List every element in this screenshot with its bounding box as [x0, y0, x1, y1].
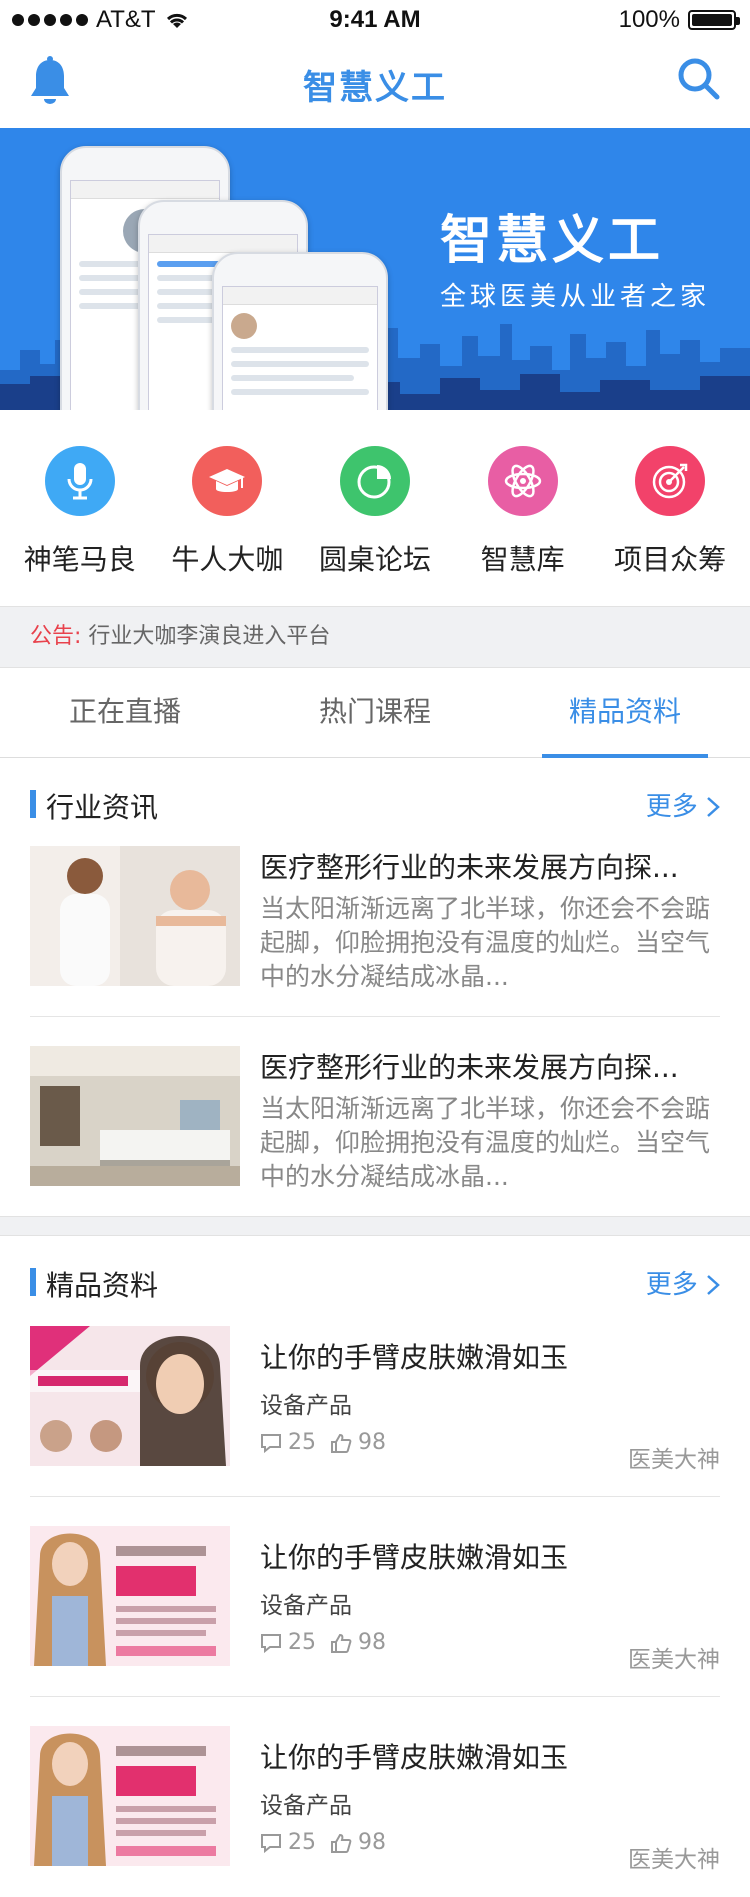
- banner[interactable]: 智慧义工 全球医美从业者之家: [0, 128, 750, 410]
- news-title: 医疗整形行业的未来发展方向探...: [260, 1051, 679, 1084]
- phone-mockup: [212, 252, 388, 410]
- resource-stats: 25 98: [260, 1430, 386, 1455]
- row-divider: [30, 1016, 720, 1017]
- industry-news-header: 行业资讯 更多: [0, 758, 750, 848]
- chevron-right-icon: [707, 797, 720, 817]
- resource-thumbnail: [30, 1526, 230, 1666]
- chevron-right-icon: [707, 1275, 720, 1295]
- microphone-icon: [44, 446, 115, 516]
- like-count: 98: [358, 1630, 386, 1655]
- news-title: 医疗整形行业的未来发展方向探...: [260, 851, 679, 884]
- thumbs-up-icon: [331, 1833, 352, 1853]
- resource-category: 设备产品: [260, 1593, 352, 1619]
- premium-materials-header: 精品资料 更多: [0, 1236, 750, 1326]
- thumbs-up-icon: [331, 1433, 352, 1453]
- thumbs-up-icon: [331, 1633, 352, 1653]
- resource-title: 让你的手臂皮肤嫩滑如玉: [260, 1541, 569, 1574]
- row-divider: [30, 1696, 720, 1697]
- section-accent-bar: [30, 1268, 36, 1296]
- page-title: 智慧义工: [303, 68, 447, 108]
- resource-item[interactable]: 让你的手臂皮肤嫩滑如玉 设备产品 25 98 医美大神: [30, 1726, 720, 1897]
- tab-live[interactable]: 正在直播: [0, 668, 250, 757]
- category-label: 项目众筹: [614, 543, 727, 576]
- category-item-yuanzhuo[interactable]: 圆桌论坛: [301, 410, 449, 606]
- category-item-zhongchou[interactable]: 项目众筹: [596, 410, 744, 606]
- resource-thumbnail: [30, 1726, 230, 1866]
- section-title: 行业资讯: [46, 791, 159, 824]
- resource-category: 设备产品: [260, 1793, 352, 1819]
- tab-hot-courses[interactable]: 热门课程: [250, 668, 500, 757]
- status-right: 100%: [618, 6, 740, 34]
- category-item-shenbi[interactable]: 神笔马良: [6, 410, 154, 606]
- banner-title: 智慧义工: [440, 211, 665, 271]
- target-icon: [635, 446, 706, 516]
- resource-stats: 25 98: [260, 1630, 386, 1655]
- atom-icon: [487, 446, 558, 516]
- news-thumbnail: [30, 1046, 240, 1186]
- resource-author: 医美大神: [628, 1647, 720, 1673]
- resource-author: 医美大神: [628, 1447, 720, 1473]
- news-desc: 当太阳渐渐远离了北半球，你还会不会踮起脚，仰脸拥抱没有温度的灿烂。当空气中的水分…: [260, 894, 711, 991]
- section-title: 精品资料: [46, 1269, 159, 1302]
- tab-premium-materials[interactable]: 精品资料: [500, 668, 750, 758]
- resource-author: 医美大神: [628, 1847, 720, 1873]
- resource-stats: 25 98: [260, 1830, 386, 1855]
- like-count: 98: [358, 1430, 386, 1455]
- search-icon[interactable]: [676, 56, 720, 100]
- more-link[interactable]: 更多: [646, 1264, 720, 1301]
- banner-subtitle: 全球医美从业者之家: [440, 282, 711, 312]
- comment-count: 25: [288, 1430, 316, 1455]
- graduation-cap-icon: [192, 446, 263, 516]
- category-grid: 神笔马良 牛人大咖 圆桌论坛 智慧库 项目众筹: [0, 410, 750, 606]
- category-label: 圆桌论坛: [318, 543, 431, 576]
- comment-icon: [261, 1833, 281, 1853]
- comment-count: 25: [288, 1830, 316, 1855]
- category-item-niuren[interactable]: 牛人大咖: [154, 410, 302, 606]
- more-label: 更多: [645, 792, 698, 822]
- category-item-zhihuiku[interactable]: 智慧库: [449, 410, 597, 606]
- row-divider: [30, 1496, 720, 1497]
- like-count: 98: [358, 1830, 386, 1855]
- battery-percent: 100%: [618, 6, 680, 33]
- comment-count: 25: [288, 1630, 316, 1655]
- resource-thumbnail: [30, 1326, 230, 1466]
- more-link[interactable]: 更多: [646, 786, 720, 823]
- category-label: 神笔马良: [23, 543, 136, 576]
- pie-chart-icon: [339, 446, 410, 516]
- battery-icon: [688, 10, 740, 30]
- news-desc: 当太阳渐渐远离了北半球，你还会不会踮起脚，仰脸拥抱没有温度的灿烂。当空气中的水分…: [260, 1094, 711, 1191]
- notice-tag: 公告:: [30, 624, 82, 649]
- more-label: 更多: [645, 1270, 698, 1300]
- comment-icon: [261, 1433, 281, 1453]
- resource-category: 设备产品: [260, 1393, 352, 1419]
- nav-bar: 智慧义工: [0, 40, 750, 128]
- comment-icon: [261, 1633, 281, 1653]
- category-label: 牛人大咖: [171, 543, 284, 576]
- tab-bar: 正在直播 热门课程 精品资料: [0, 668, 750, 758]
- notice-bar[interactable]: 公告: 行业大咖李演良进入平台: [0, 606, 750, 668]
- section-accent-bar: [30, 790, 36, 818]
- category-label: 智慧库: [480, 543, 565, 576]
- resource-title: 让你的手臂皮肤嫩滑如玉: [260, 1341, 569, 1374]
- notice-text: 行业大咖李演良进入平台: [88, 624, 331, 649]
- resource-title: 让你的手臂皮肤嫩滑如玉: [260, 1741, 569, 1774]
- section-divider: [0, 1216, 750, 1236]
- status-bar: AT&T 9:41 AM 100%: [0, 0, 750, 40]
- news-thumbnail: [30, 846, 240, 986]
